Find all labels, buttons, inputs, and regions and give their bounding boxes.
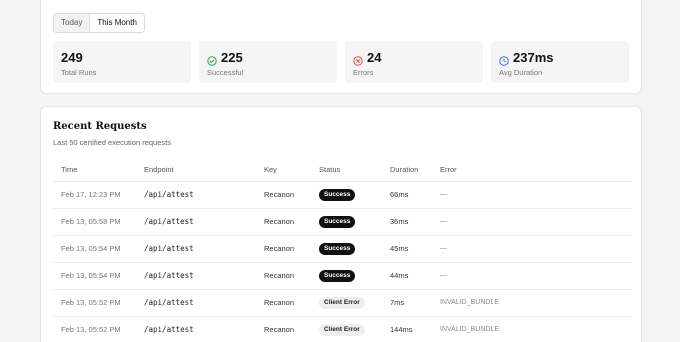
- column-header-status: Status: [311, 159, 382, 182]
- cell-duration: 44ms: [382, 262, 432, 290]
- stat-avg-duration: 237ms Avg Duration: [491, 41, 629, 83]
- cell-endpoint: /api/attest: [136, 208, 256, 236]
- table-row[interactable]: Feb 13, 05:54 PM /api/attest Recanon Suc…: [53, 262, 631, 290]
- cell-duration: 45ms: [382, 235, 432, 263]
- status-badge: Success: [319, 242, 356, 255]
- section-subtitle: Last 50 certified execution requests: [53, 138, 171, 147]
- status-badge: Success: [319, 188, 356, 201]
- cell-key: Recanon: [256, 262, 311, 290]
- cell-status: Success: [311, 208, 382, 236]
- stat-value: 225: [221, 50, 243, 65]
- page-background: Today This Month 249 Total Runs 225 Succ…: [0, 0, 680, 342]
- cell-status: Success: [311, 262, 382, 290]
- recent-requests-card: Recent Requests Last 50 certified execut…: [40, 106, 642, 342]
- cell-key: Recanon: [256, 289, 311, 317]
- check-circle-icon: [207, 53, 217, 66]
- cell-status: Success: [311, 181, 382, 209]
- clock-icon: [499, 53, 509, 66]
- cell-error: INVALID_BUNDLE: [432, 316, 631, 342]
- x-circle-icon: [353, 53, 363, 66]
- cell-time: Feb 13, 05:54 PM: [53, 235, 136, 263]
- cell-error: —: [432, 181, 631, 209]
- table-row[interactable]: Feb 13, 05:54 PM /api/attest Recanon Suc…: [53, 235, 631, 263]
- cell-duration: 144ms: [382, 316, 432, 342]
- cell-status: Client Error: [311, 289, 382, 317]
- status-badge: Success: [319, 269, 356, 282]
- cell-status: Success: [311, 235, 382, 263]
- column-header-duration: Duration: [382, 159, 432, 182]
- column-header-time: Time: [53, 159, 136, 182]
- cell-error: INVALID_BUNDLE: [432, 289, 631, 317]
- stat-value: 24: [367, 50, 382, 65]
- cell-endpoint: /api/attest: [136, 235, 256, 263]
- stat-value: 249: [61, 50, 83, 65]
- section-title: Recent Requests: [53, 121, 147, 132]
- requests-table: Time Endpoint Key Status Duration Error …: [53, 159, 631, 342]
- stat-successful: 225 Successful: [199, 41, 337, 83]
- cell-error: —: [432, 262, 631, 290]
- tab-today[interactable]: Today: [54, 14, 89, 32]
- status-badge: Client Error: [319, 296, 365, 309]
- cell-key: Recanon: [256, 181, 311, 209]
- cell-endpoint: /api/attest: [136, 289, 256, 317]
- stat-total-runs: 249 Total Runs: [53, 41, 191, 83]
- stat-value: 237ms: [513, 50, 554, 65]
- cell-endpoint: /api/attest: [136, 262, 256, 290]
- cell-time: Feb 13, 05:52 PM: [53, 289, 136, 317]
- cell-time: Feb 13, 05:54 PM: [53, 262, 136, 290]
- status-badge: Client Error: [319, 323, 365, 336]
- stat-tiles: 249 Total Runs 225 Successful 24 Errors …: [53, 41, 629, 83]
- cell-status: Client Error: [311, 316, 382, 342]
- cell-duration: 66ms: [382, 181, 432, 209]
- cell-time: Feb 13, 05:58 PM: [53, 208, 136, 236]
- stat-label: Successful: [207, 68, 244, 77]
- column-header-endpoint: Endpoint: [136, 159, 256, 182]
- table-row[interactable]: Feb 13, 05:52 PM /api/attest Recanon Cli…: [53, 316, 631, 342]
- stat-label: Total Runs: [61, 68, 97, 77]
- cell-error: —: [432, 235, 631, 263]
- cell-error: —: [432, 208, 631, 236]
- stats-card: Today This Month 249 Total Runs 225 Succ…: [40, 0, 642, 94]
- status-badge: Success: [319, 215, 356, 228]
- cell-key: Recanon: [256, 316, 311, 342]
- table-row[interactable]: Feb 13, 05:52 PM /api/attest Recanon Cli…: [53, 289, 631, 317]
- table-header-row: Time Endpoint Key Status Duration Error: [53, 159, 631, 182]
- column-header-error: Error: [432, 159, 631, 182]
- table-row[interactable]: Feb 17, 12:23 PM /api/attest Recanon Suc…: [53, 181, 631, 209]
- cell-duration: 36ms: [382, 208, 432, 236]
- cell-key: Recanon: [256, 208, 311, 236]
- cell-time: Feb 17, 12:23 PM: [53, 181, 136, 209]
- tab-this-month[interactable]: This Month: [89, 14, 144, 32]
- stat-errors: 24 Errors: [345, 41, 483, 83]
- period-tabs: Today This Month: [53, 13, 145, 33]
- cell-time: Feb 13, 05:52 PM: [53, 316, 136, 342]
- table-row[interactable]: Feb 13, 05:58 PM /api/attest Recanon Suc…: [53, 208, 631, 236]
- cell-endpoint: /api/attest: [136, 316, 256, 342]
- column-header-key: Key: [256, 159, 311, 182]
- stat-label: Avg Duration: [499, 68, 543, 77]
- cell-key: Recanon: [256, 235, 311, 263]
- stat-label: Errors: [353, 68, 374, 77]
- cell-endpoint: /api/attest: [136, 181, 256, 209]
- cell-duration: 7ms: [382, 289, 432, 317]
